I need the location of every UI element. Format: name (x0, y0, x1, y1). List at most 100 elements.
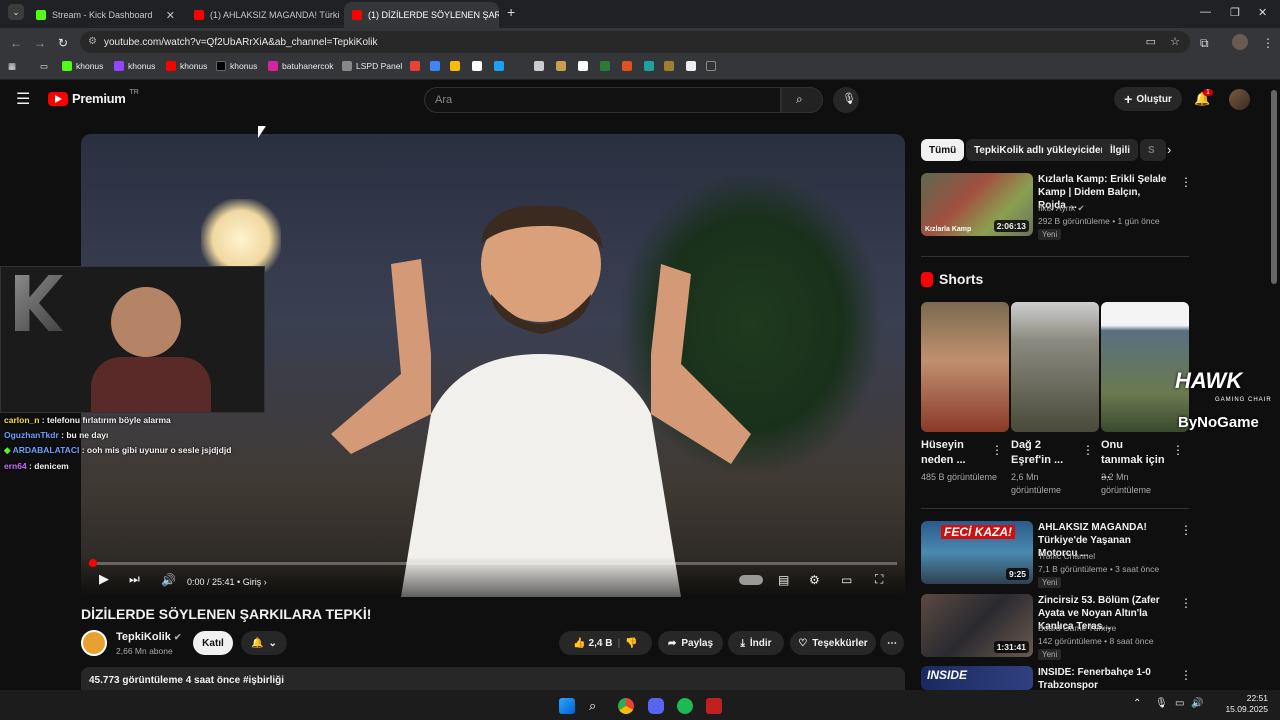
network-icon[interactable]: ▭ (1175, 698, 1184, 709)
minimize-icon[interactable]: — (1200, 6, 1211, 18)
short-title[interactable]: Dağ 2 Eşref'in ... (1011, 438, 1077, 468)
bookmark-misc-11[interactable] (706, 61, 716, 71)
youtube-premium-logo[interactable]: Premium TR (48, 89, 139, 106)
thanks-button[interactable]: ♡ Teşekkürler (790, 631, 876, 655)
next-icon[interactable]: ⏭ (129, 572, 140, 587)
page-scrollbar[interactable] (1271, 90, 1277, 284)
subtitles-icon[interactable]: ▤ (778, 573, 789, 587)
bookmark-star-icon[interactable]: ☆ (1170, 35, 1180, 48)
app-icon[interactable] (706, 698, 722, 714)
profile-avatar[interactable] (1232, 34, 1248, 50)
related-thumbnail[interactable]: 1:31:41 (921, 594, 1033, 657)
short-title[interactable]: Hüseyin neden ... (921, 438, 987, 468)
related-channel[interactable]: Board Game Türkiye (1038, 622, 1116, 634)
chapter-text[interactable]: Giriş (243, 577, 262, 587)
apps-icon[interactable]: ▦ (8, 61, 16, 72)
more-options-icon[interactable]: ⋮ (1180, 523, 1192, 537)
share-button[interactable]: ➦ Paylaş (658, 631, 723, 655)
close-icon[interactable]: ✕ (166, 9, 175, 22)
volume-icon[interactable]: 🔊 (161, 573, 176, 587)
bookmark-twitch[interactable]: khonus (114, 61, 155, 71)
bookmark-gmail-2[interactable] (430, 61, 440, 71)
extensions-icon[interactable]: ⧉ (1200, 36, 1209, 51)
more-options-icon[interactable]: ⋮ (991, 443, 1003, 457)
windows-start-icon[interactable] (559, 698, 575, 714)
create-button[interactable]: + Oluştur (1114, 87, 1182, 111)
related-video-title[interactable]: INSIDE: Fenerbahçe 1-0 Trabzonspor (1038, 666, 1168, 692)
bookmark-misc-9[interactable] (664, 61, 674, 71)
bookmark-misc-7[interactable] (622, 61, 632, 71)
bookmark-misc-8[interactable] (644, 61, 654, 71)
related-thumbnail[interactable]: Kızlarla Kamp 2:06:13 (921, 173, 1033, 236)
filter-chip-related[interactable]: İlgili (1102, 139, 1138, 161)
filter-chip-all[interactable]: Tümü (921, 139, 965, 161)
tab-dizilerde[interactable]: (1) DİZİLERDE SÖYLENEN ŞARK ✕ (344, 2, 499, 28)
new-tab-icon[interactable]: + (507, 4, 515, 20)
site-info-icon[interactable]: ⚙ (88, 36, 97, 47)
play-icon[interactable]: ▶ (99, 571, 109, 587)
restore-icon[interactable]: ❐ (1230, 6, 1240, 19)
folder-icon[interactable]: ▭ (40, 61, 48, 72)
voice-search-button[interactable]: 🎙 (833, 87, 859, 113)
bookmark-gmail-1[interactable] (410, 61, 420, 71)
channel-name[interactable]: TepkiKolik ✔ (116, 631, 181, 643)
fullscreen-icon[interactable]: ⛶ (875, 572, 883, 587)
account-avatar[interactable] (1229, 89, 1250, 110)
discord-icon[interactable] (648, 698, 664, 714)
spotify-icon[interactable] (677, 698, 693, 714)
autoplay-toggle[interactable] (739, 575, 763, 585)
bookmark-misc-4[interactable] (556, 61, 566, 71)
short-thumbnail[interactable] (921, 302, 1009, 432)
search-button[interactable]: ⌕ (781, 87, 823, 113)
bookmark-x[interactable]: khonus (216, 61, 257, 71)
download-button[interactable]: ⤓ İndir (728, 631, 784, 655)
volume-tray-icon[interactable]: 🔊 (1191, 698, 1203, 709)
tab-search-icon[interactable]: ⌄ (8, 4, 24, 20)
subscribe-bell-button[interactable]: 🔔 ⌄ (241, 631, 287, 655)
url-input[interactable]: ⚙ youtube.com/watch?v=Qf2UbARrXiA&ab_cha… (80, 31, 1190, 53)
more-actions-button[interactable]: ⋯ (880, 631, 904, 655)
tab-ahlaksiz[interactable]: (1) AHLAKSIZ MAGANDA! Türki ✕ (186, 2, 341, 28)
hamburger-menu-icon[interactable]: ☰ (16, 89, 30, 109)
dislike-button[interactable]: 👎 (625, 638, 637, 649)
search-input[interactable]: Ara (424, 87, 781, 113)
bookmark-misc-5[interactable] (578, 61, 588, 71)
short-thumbnail[interactable] (1101, 302, 1189, 432)
bookmark-gmail-3[interactable] (450, 61, 460, 71)
more-options-icon[interactable]: ⋮ (1180, 668, 1192, 682)
bookmark-misc-2[interactable] (494, 61, 504, 71)
bookmark-misc-10[interactable] (686, 61, 696, 71)
bookmark-instagram[interactable]: batuhanercok (268, 61, 334, 71)
filter-chip-uploader[interactable]: TepkiKolik adlı yükleyiciden (966, 139, 1115, 161)
related-channel[interactable]: İlker Ayrık ✔ (1038, 202, 1085, 214)
tray-chevron-icon[interactable]: ⌃ (1133, 698, 1141, 709)
bookmark-kick[interactable]: khonus (62, 61, 103, 71)
window-close-icon[interactable]: ✕ (1258, 6, 1267, 19)
cast-icon[interactable]: ▭ (1146, 35, 1156, 48)
like-button[interactable]: 👍 2,4 B (573, 638, 612, 649)
chevron-right-icon[interactable]: › (1167, 142, 1171, 157)
bookmark-misc-1[interactable] (472, 61, 482, 71)
more-options-icon[interactable]: ⋮ (1082, 443, 1094, 457)
more-options-icon[interactable]: ⋮ (1180, 175, 1192, 189)
mic-tray-icon[interactable]: 🎙 (1155, 698, 1168, 709)
bookmark-misc-6[interactable] (600, 61, 610, 71)
progress-bar[interactable] (89, 559, 897, 567)
bookmark-lspd[interactable]: LSPD Panel (342, 61, 402, 71)
search-icon[interactable]: ⌕ (589, 698, 605, 714)
reload-icon[interactable]: ↻ (58, 36, 68, 50)
settings-gear-icon[interactable]: ⚙ (809, 573, 820, 587)
related-thumbnail[interactable]: INSIDE (921, 666, 1033, 690)
bookmark-misc-3[interactable] (534, 61, 544, 71)
tab-kick-dashboard[interactable]: Stream - Kick Dashboard ✕ (28, 2, 183, 28)
menu-icon[interactable]: ⋮ (1262, 36, 1274, 50)
theater-mode-icon[interactable]: ▭ (841, 573, 852, 587)
back-icon[interactable]: ← (10, 36, 22, 50)
related-thumbnail[interactable]: FECİ KAZA! 9:25 (921, 521, 1033, 584)
related-channel[interactable]: Traffic Channel (1038, 550, 1095, 562)
join-button[interactable]: Katıl (193, 631, 233, 655)
short-thumbnail[interactable] (1011, 302, 1099, 432)
bookmark-youtube[interactable]: khonus (166, 61, 207, 71)
chrome-icon[interactable] (618, 698, 634, 714)
filter-chip-more[interactable]: S (1140, 139, 1166, 161)
